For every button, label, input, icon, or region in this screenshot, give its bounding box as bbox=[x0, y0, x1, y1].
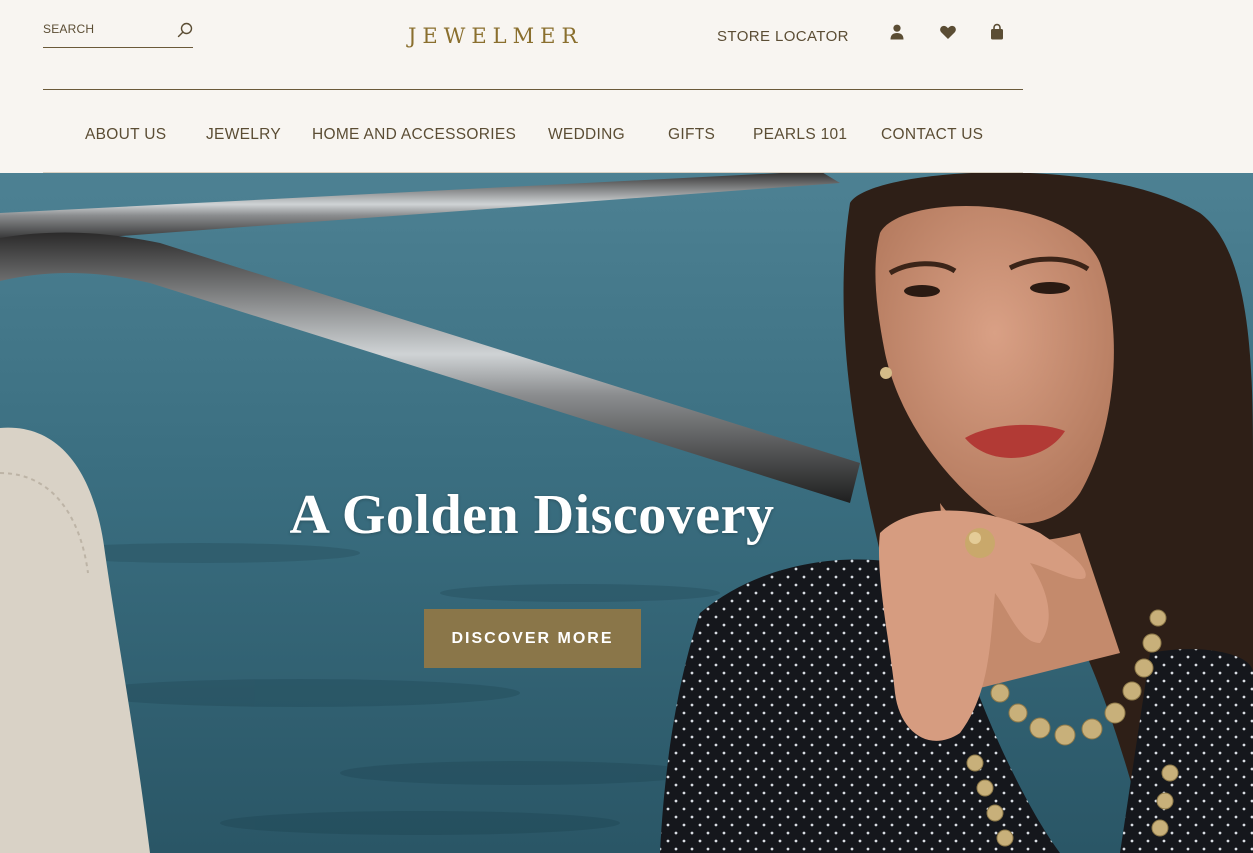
nav-item-gifts[interactable]: GIFTS bbox=[668, 126, 715, 144]
header-divider bbox=[43, 89, 1023, 90]
store-locator-link[interactable]: STORE LOCATOR bbox=[717, 28, 849, 45]
nav-item-about-us[interactable]: ABOUT US bbox=[85, 126, 166, 144]
site-header: JEWELMER STORE LOCATOR ABOUT US JEWELRY … bbox=[0, 0, 1253, 173]
hero-banner: A Golden Discovery DISCOVER MORE bbox=[0, 173, 1253, 853]
discover-more-button[interactable]: DISCOVER MORE bbox=[424, 609, 641, 668]
account-icon[interactable] bbox=[888, 23, 906, 41]
main-nav: ABOUT US JEWELRY HOME AND ACCESSORIES WE… bbox=[43, 112, 1023, 158]
hero-title: A Golden Discovery bbox=[289, 484, 775, 546]
bag-icon[interactable] bbox=[988, 23, 1006, 41]
search-bar bbox=[43, 16, 193, 48]
nav-item-home-and-accessories[interactable]: HOME AND ACCESSORIES bbox=[312, 126, 516, 144]
nav-item-wedding[interactable]: WEDDING bbox=[548, 126, 625, 144]
site-logo[interactable]: JEWELMER bbox=[408, 24, 608, 48]
nav-item-pearls-101[interactable]: PEARLS 101 bbox=[753, 126, 847, 144]
nav-divider bbox=[43, 172, 1023, 173]
nav-item-jewelry[interactable]: JEWELRY bbox=[206, 126, 281, 144]
nav-item-contact-us[interactable]: CONTACT US bbox=[881, 126, 983, 144]
search-input[interactable] bbox=[43, 19, 163, 39]
search-icon[interactable] bbox=[176, 21, 194, 39]
heart-icon[interactable] bbox=[939, 23, 957, 41]
